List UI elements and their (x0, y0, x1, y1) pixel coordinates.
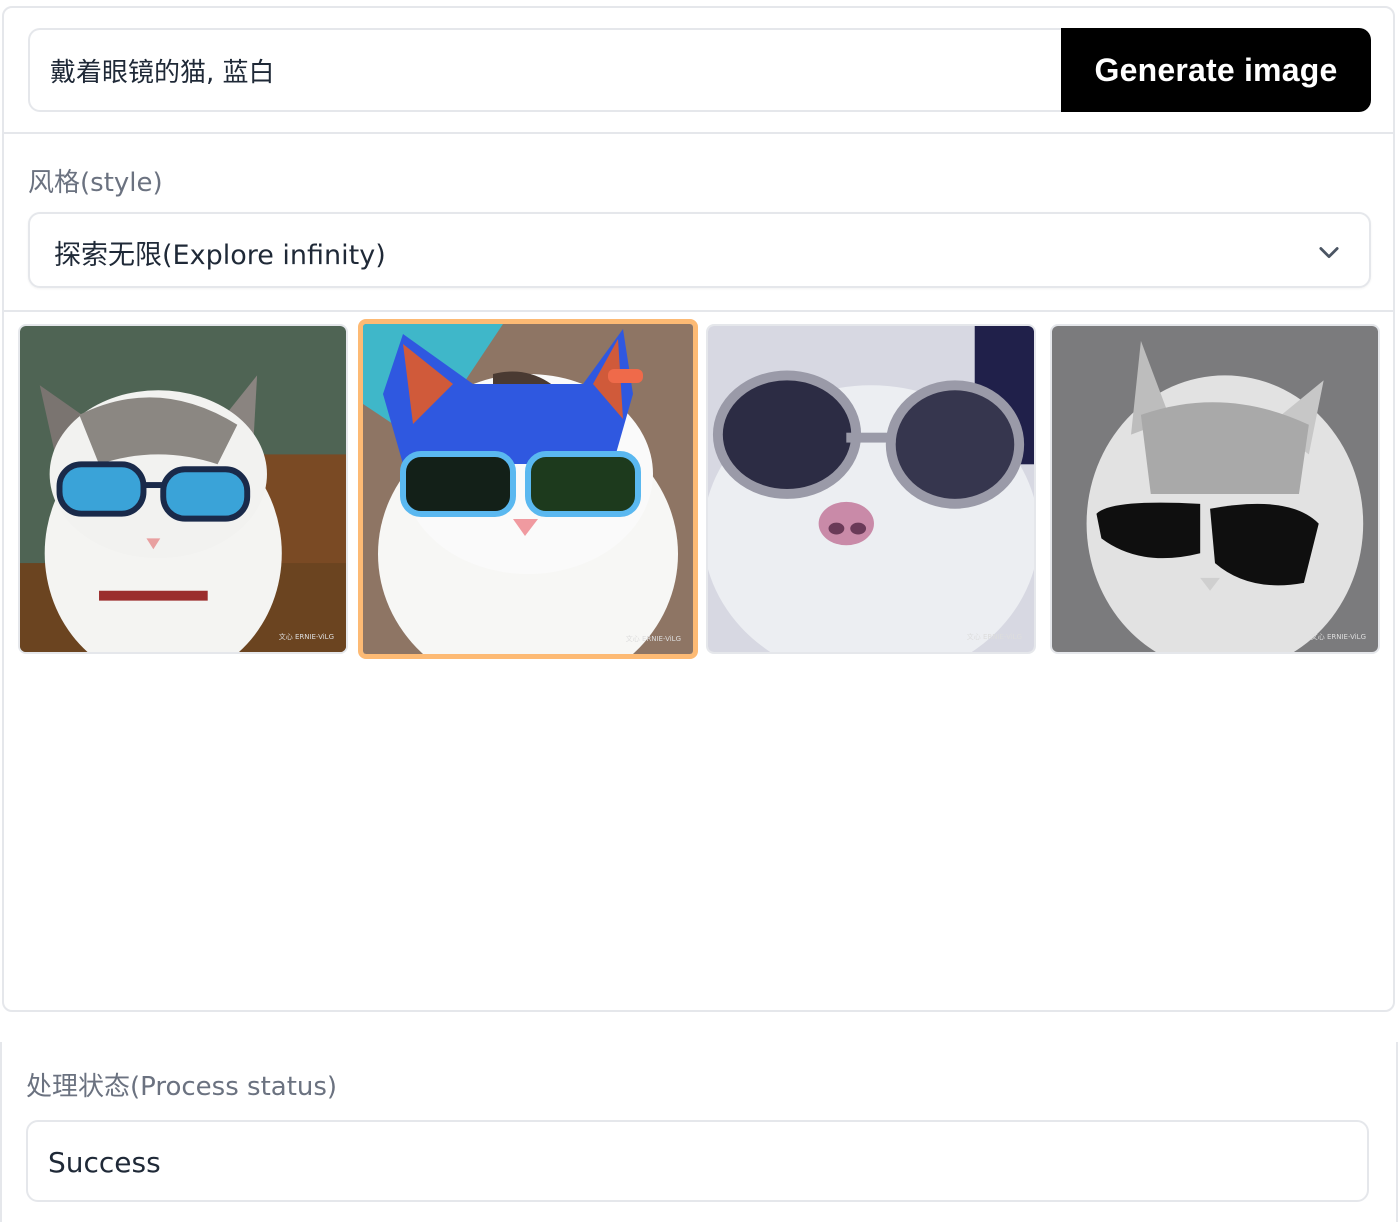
watermark-3: 文心 ERNIE-ViLG (966, 633, 1022, 641)
style-dropdown[interactable]: 探索无限(Explore infinity) (28, 212, 1371, 288)
gallery-image-3[interactable]: 文心 ERNIE-ViLG (706, 324, 1036, 654)
chevron-down-icon (1319, 247, 1339, 259)
gallery-image-2[interactable]: 文心 ERNIE-ViLG (358, 319, 698, 659)
gallery-image-4[interactable]: 文心 ERNIE-ViLG (1050, 324, 1380, 654)
watermark-4: 文心 ERNIE-ViLG (1310, 633, 1366, 641)
cat-image-3 (708, 326, 1034, 652)
gallery-image-1[interactable]: 文心 ERNIE-ViLG (18, 324, 348, 654)
cat-image-2 (363, 324, 693, 654)
prompt-input[interactable] (28, 28, 1078, 112)
status-output: Success (26, 1120, 1369, 1202)
style-section: 风格(style) 探索无限(Explore infinity) (4, 136, 1393, 312)
watermark-1: 文心 ERNIE-ViLG (278, 633, 334, 641)
status-section: 处理状态(Process status) Success (0, 1042, 1398, 1222)
watermark-2: 文心 ERNIE-ViLG (625, 635, 681, 643)
style-label: 风格(style) (28, 168, 163, 198)
generate-image-button[interactable]: Generate image (1061, 28, 1371, 112)
cat-image-4 (1052, 326, 1378, 652)
cat-image-1 (20, 326, 346, 652)
style-selected-value: 探索无限(Explore infinity) (54, 240, 386, 271)
image-gallery: 文心 ERNIE-ViLG 文心 ERNIE-ViLG 文心 ERNIE-ViL… (4, 314, 1393, 1010)
prompt-row: Generate image (4, 8, 1393, 134)
status-label: 处理状态(Process status) (26, 1072, 338, 1102)
generator-panel: Generate image 风格(style) 探索无限(Explore in… (2, 6, 1395, 1012)
